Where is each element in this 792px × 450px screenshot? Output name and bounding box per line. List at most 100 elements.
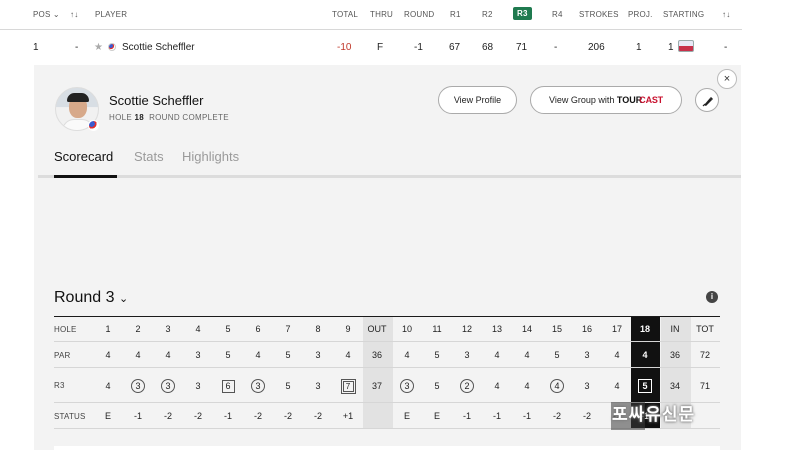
score-cell: 4 <box>614 380 620 391</box>
score-cell: 37 <box>371 380 382 391</box>
score-cell: 4 <box>345 350 351 360</box>
score-cell: -1 <box>462 411 471 421</box>
score-cell: -2 <box>283 411 292 421</box>
score-cell: 5 <box>285 380 291 391</box>
col-r3: R3 <box>513 7 532 20</box>
col-player: PLAYER <box>95 10 128 19</box>
score-cell: 5 <box>554 350 560 360</box>
tab-stats[interactable]: Stats <box>134 149 164 164</box>
score-cell: -1 <box>522 411 531 421</box>
col-r1: R1 <box>450 10 461 19</box>
col-pos[interactable]: POS ⌄ <box>33 10 60 19</box>
row-label: R3 <box>54 381 65 390</box>
col-sort[interactable]: ↑↓ <box>70 10 78 19</box>
detail-tabs: Scorecard Stats Highlights <box>38 149 741 178</box>
col-thru: THRU <box>370 10 394 19</box>
score-cell: 4 <box>135 350 141 360</box>
bogey-marker: 5 <box>638 378 652 393</box>
score-cell: 3 <box>584 380 590 391</box>
score-cell: 36 <box>371 350 382 360</box>
col-proj: PROJ. <box>628 10 653 19</box>
score-cell: 4 <box>614 350 620 360</box>
score-cell: 14 <box>521 324 532 334</box>
col-strokes: STROKES <box>579 10 619 19</box>
score-cell: 3 <box>244 378 272 395</box>
score-cell: 5 <box>631 378 659 395</box>
round-selector[interactable]: Round 3 ⌄ <box>54 289 128 307</box>
score-cell: 3 <box>315 380 321 391</box>
col-sort-2[interactable]: ↑↓ <box>722 10 730 19</box>
col-total: TOTAL <box>332 10 359 19</box>
score-cell <box>363 409 391 425</box>
score-cell: 3 <box>464 350 470 360</box>
scorecard-row-r3: R3 4 3 3 3 6 3 5 3 7 37 3 5 2 4 4 4 3 4 5 34 71 <box>54 368 720 403</box>
score-cell: 4 <box>524 380 530 391</box>
avatar-flag-icon <box>88 120 99 131</box>
birdie-marker: 4 <box>550 378 564 393</box>
score-cell: 4 <box>524 350 530 360</box>
score-cell: 6 <box>255 324 261 334</box>
usa-flag-icon <box>108 43 116 51</box>
score-cell: 4 <box>195 324 201 334</box>
score-cell: 3 <box>393 378 421 395</box>
score-cell: -2 <box>552 411 561 421</box>
score-cell: 36 <box>669 350 680 360</box>
tab-highlights[interactable]: Highlights <box>182 149 239 164</box>
birdie-marker: 3 <box>400 378 414 393</box>
score-cell: 3 <box>195 380 201 391</box>
player-detail-panel: × Scottie Scheffler HOLE 18 ROUND COMPLE… <box>34 65 741 450</box>
score-cell: 5 <box>434 350 440 360</box>
score-cell: TOT <box>696 324 714 334</box>
score-cell: 11 <box>432 324 442 334</box>
score-cell: 5 <box>225 350 231 360</box>
view-profile-button[interactable]: View Profile <box>438 86 517 114</box>
birdie-marker: 3 <box>161 378 175 393</box>
score-cell: 3 <box>584 350 590 360</box>
score-cell: -2 <box>253 411 262 421</box>
double-bogey-marker: 7 <box>340 378 356 394</box>
pencil-icon[interactable] <box>695 88 719 112</box>
score-cell: 10 <box>401 324 412 334</box>
col-r4: R4 <box>552 10 563 19</box>
score-cell: 8 <box>315 324 321 334</box>
row-round: -1 <box>414 42 423 53</box>
close-icon[interactable]: × <box>717 69 737 89</box>
score-cell: 3 <box>165 324 171 334</box>
row-strokes: 206 <box>588 42 605 53</box>
score-cell: 1 <box>105 324 111 334</box>
score-cell: -2 <box>582 411 591 421</box>
score-cell: 71 <box>699 380 710 391</box>
col-starting: STARTING <box>663 10 705 19</box>
score-cell: 4 <box>255 350 261 360</box>
watermark: 포싸유신문 <box>612 405 696 424</box>
row-player[interactable]: Scottie Scheffler <box>122 42 195 53</box>
info-icon[interactable]: i <box>706 291 718 303</box>
score-cell: 72 <box>699 350 710 360</box>
active-tab-indicator <box>54 175 117 178</box>
score-cell: 17 <box>611 324 622 334</box>
tab-scorecard[interactable]: Scorecard <box>54 149 113 164</box>
view-group-tourcast-button[interactable]: View Group with TOURCAST <box>530 86 682 114</box>
score-cell: -2 <box>313 411 322 421</box>
row-thru: F <box>377 42 384 53</box>
signature-event-badge-icon <box>678 40 694 52</box>
star-icon[interactable]: ★ <box>94 42 103 53</box>
player-row[interactable]: 1 - ★ Scottie Scheffler -10 F -1 67 68 7… <box>0 30 742 64</box>
score-cell: 5 <box>225 324 231 334</box>
score-cell: 3 <box>315 350 321 360</box>
score-cell: 15 <box>551 324 562 334</box>
score-cell: -2 <box>193 411 202 421</box>
score-cell: 13 <box>491 324 502 334</box>
col-round: ROUND <box>404 10 435 19</box>
score-cell: -1 <box>133 411 142 421</box>
score-cell: 4 <box>105 350 111 360</box>
score-cell: 2 <box>453 378 481 395</box>
score-cell: 4 <box>165 350 171 360</box>
leaderboard-header: POS ⌄ ↑↓ PLAYER TOTAL THRU ROUND R1 R2 R… <box>0 0 742 30</box>
row-r1: 67 <box>449 42 461 53</box>
score-cell: 12 <box>461 324 472 334</box>
row-r2: 68 <box>482 42 494 53</box>
scorecard-row-holes: HOLE 1 2 3 4 5 6 7 8 9 OUT 10 11 12 13 14 15 16 17 18 IN TOT <box>54 316 720 342</box>
birdie-marker: 2 <box>460 378 474 393</box>
score-cell: 6 <box>214 379 242 395</box>
